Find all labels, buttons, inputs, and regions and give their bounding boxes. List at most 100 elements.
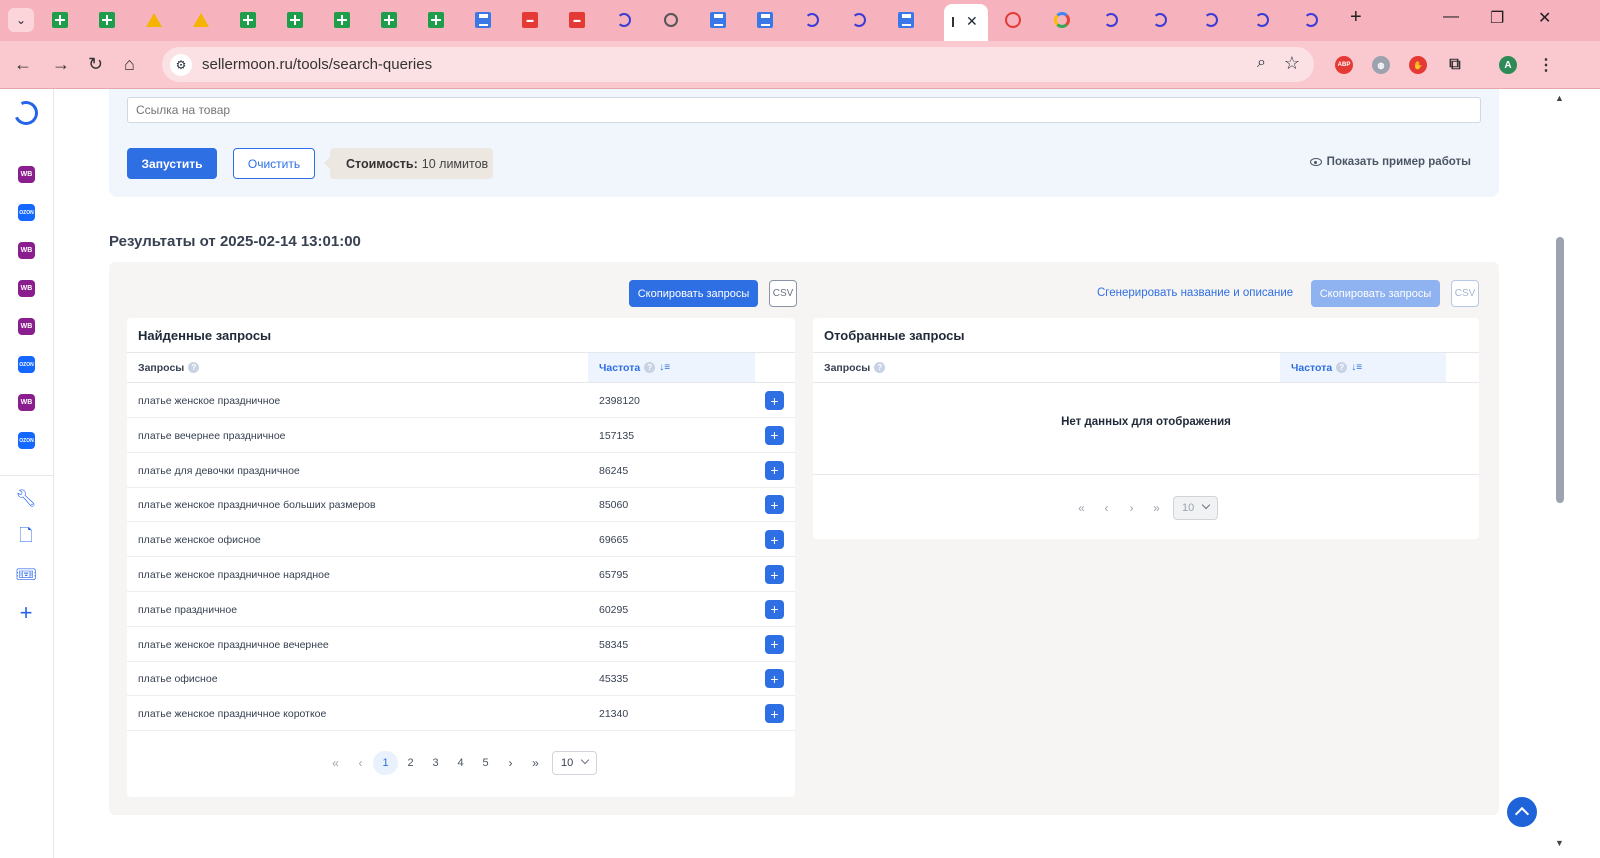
active-tab[interactable]: ✕ bbox=[944, 4, 988, 41]
scroll-to-top-button[interactable] bbox=[1507, 797, 1537, 827]
page-size-select[interactable]: 10 bbox=[552, 751, 597, 775]
page-number[interactable]: 1 bbox=[373, 751, 398, 775]
add-icon[interactable]: + bbox=[16, 600, 36, 625]
copy-found-queries-button[interactable]: Скопировать запросы bbox=[629, 280, 758, 307]
close-tab-icon[interactable]: ✕ bbox=[966, 13, 978, 30]
zoom-icon[interactable]: ⌕ bbox=[1257, 54, 1266, 72]
add-query-button[interactable]: + bbox=[765, 460, 784, 480]
minimize-icon[interactable]: — bbox=[1443, 8, 1459, 26]
browser-tab[interactable] bbox=[188, 9, 214, 31]
product-link-input[interactable] bbox=[127, 97, 1481, 123]
add-query-button[interactable]: + bbox=[765, 425, 784, 445]
add-query-button[interactable]: + bbox=[765, 634, 784, 654]
wildberries-icon[interactable]: WB bbox=[18, 394, 35, 411]
browser-tab[interactable]: ▬ bbox=[564, 9, 590, 31]
browser-tab[interactable] bbox=[846, 9, 872, 31]
browser-tab[interactable] bbox=[282, 9, 308, 31]
column-frequency[interactable]: Частота ? ↓≡ bbox=[588, 353, 755, 382]
help-icon[interactable]: ? bbox=[1336, 362, 1348, 373]
tab-copyright[interactable] bbox=[1000, 9, 1026, 31]
help-icon[interactable]: ? bbox=[644, 362, 656, 373]
browser-tab[interactable] bbox=[705, 9, 731, 31]
browser-tab[interactable] bbox=[611, 9, 637, 31]
reload-icon[interactable]: ↻ bbox=[88, 54, 103, 75]
help-icon[interactable]: ? bbox=[874, 362, 886, 373]
browser-tab[interactable] bbox=[752, 9, 778, 31]
wildberries-icon[interactable]: WB bbox=[18, 166, 35, 183]
last-page-icon[interactable]: » bbox=[523, 751, 548, 775]
add-query-button[interactable]: + bbox=[765, 530, 784, 550]
page-scrollbar[interactable]: ▲ ▼ bbox=[1551, 89, 1568, 858]
add-query-button[interactable]: + bbox=[765, 669, 784, 689]
wrench-icon[interactable]: 🔧︎ bbox=[15, 489, 37, 509]
scroll-up-icon[interactable]: ▲ bbox=[1555, 93, 1564, 103]
generate-title-description-link[interactable]: Сгенерировать название и описание bbox=[1097, 287, 1293, 299]
browser-tab[interactable] bbox=[893, 9, 919, 31]
page-number[interactable]: 5 bbox=[473, 751, 498, 775]
csv-found-button[interactable]: CSV bbox=[769, 280, 797, 307]
address-bar[interactable]: ⚙ sellermoon.ru/tools/search-queries ⌕ ☆ bbox=[162, 47, 1314, 82]
tab-moon[interactable] bbox=[1298, 9, 1324, 31]
browser-tab[interactable] bbox=[470, 9, 496, 31]
prev-page-icon[interactable]: ‹ bbox=[1094, 496, 1119, 520]
tab-moon[interactable] bbox=[1147, 9, 1173, 31]
extensions-icon[interactable]: ⧉ bbox=[1446, 56, 1464, 74]
browser-tab[interactable] bbox=[47, 9, 73, 31]
page-number[interactable]: 3 bbox=[423, 751, 448, 775]
back-icon[interactable]: ← bbox=[14, 54, 32, 75]
add-query-button[interactable]: + bbox=[765, 599, 784, 619]
menu-icon[interactable]: ⋮ bbox=[1537, 56, 1555, 74]
browser-tab[interactable] bbox=[94, 9, 120, 31]
profile-avatar[interactable]: A bbox=[1499, 56, 1517, 74]
first-page-icon[interactable]: « bbox=[323, 751, 348, 775]
adblock-icon[interactable]: ABP bbox=[1335, 56, 1353, 74]
ticket-icon[interactable]: 🎟︎ bbox=[15, 565, 37, 585]
browser-tab[interactable] bbox=[329, 9, 355, 31]
page-size-select[interactable]: 10 bbox=[1173, 496, 1218, 520]
forward-icon[interactable]: → bbox=[52, 54, 70, 75]
restore-icon[interactable]: ❐ bbox=[1490, 8, 1504, 28]
show-example-label[interactable]: Показать пример работы bbox=[1327, 156, 1471, 168]
tab-google[interactable] bbox=[1049, 9, 1075, 31]
globe-icon[interactable]: ◍ bbox=[1372, 56, 1390, 74]
ozon-icon[interactable]: OZON bbox=[18, 432, 35, 449]
sellermoon-logo-icon[interactable] bbox=[10, 97, 42, 129]
tab-moon[interactable] bbox=[1249, 9, 1275, 31]
next-page-icon[interactable]: › bbox=[1119, 496, 1144, 520]
browser-tab[interactable] bbox=[658, 9, 684, 31]
url-text[interactable]: sellermoon.ru/tools/search-queries bbox=[202, 56, 432, 73]
browser-tab[interactable] bbox=[235, 9, 261, 31]
tab-moon[interactable] bbox=[1198, 9, 1224, 31]
tab-search-button[interactable]: ⌄ bbox=[8, 8, 34, 32]
page-number[interactable]: 2 bbox=[398, 751, 423, 775]
page-number[interactable]: 4 bbox=[448, 751, 473, 775]
copy-selected-queries-button[interactable]: Скопировать запросы bbox=[1311, 280, 1440, 307]
column-frequency[interactable]: Частота ? ↓≡ bbox=[1280, 353, 1446, 382]
sort-desc-icon[interactable]: ↓≡ bbox=[1351, 362, 1362, 373]
wildberries-icon[interactable]: WB bbox=[18, 318, 35, 335]
new-tab-icon[interactable]: + bbox=[1350, 6, 1362, 29]
add-query-button[interactable]: + bbox=[765, 704, 784, 724]
wildberries-icon[interactable]: WB bbox=[18, 242, 35, 259]
next-page-icon[interactable]: › bbox=[498, 751, 523, 775]
help-icon[interactable]: ? bbox=[188, 362, 200, 373]
stop-hand-icon[interactable]: ✋ bbox=[1409, 56, 1427, 74]
close-window-icon[interactable]: ✕ bbox=[1538, 8, 1551, 28]
home-icon[interactable]: ⌂ bbox=[124, 54, 135, 75]
scroll-down-icon[interactable]: ▼ bbox=[1555, 838, 1564, 848]
column-queries[interactable]: Запросы ? bbox=[813, 353, 1280, 382]
csv-selected-button[interactable]: CSV bbox=[1451, 280, 1479, 307]
browser-tab[interactable] bbox=[799, 9, 825, 31]
show-example-link[interactable]: Показать пример работы bbox=[1309, 156, 1471, 168]
wildberries-icon[interactable]: WB bbox=[18, 280, 35, 297]
add-query-button[interactable]: + bbox=[765, 495, 784, 515]
ozon-icon[interactable]: OZON bbox=[18, 356, 35, 373]
add-query-button[interactable]: + bbox=[765, 391, 784, 410]
run-button[interactable]: Запустить bbox=[127, 148, 217, 179]
browser-tab[interactable] bbox=[376, 9, 402, 31]
prev-page-icon[interactable]: ‹ bbox=[348, 751, 373, 775]
browser-tab[interactable] bbox=[141, 9, 167, 31]
last-page-icon[interactable]: » bbox=[1144, 496, 1169, 520]
scrollbar-thumb[interactable] bbox=[1556, 237, 1564, 503]
sort-desc-icon[interactable]: ↓≡ bbox=[659, 362, 670, 373]
